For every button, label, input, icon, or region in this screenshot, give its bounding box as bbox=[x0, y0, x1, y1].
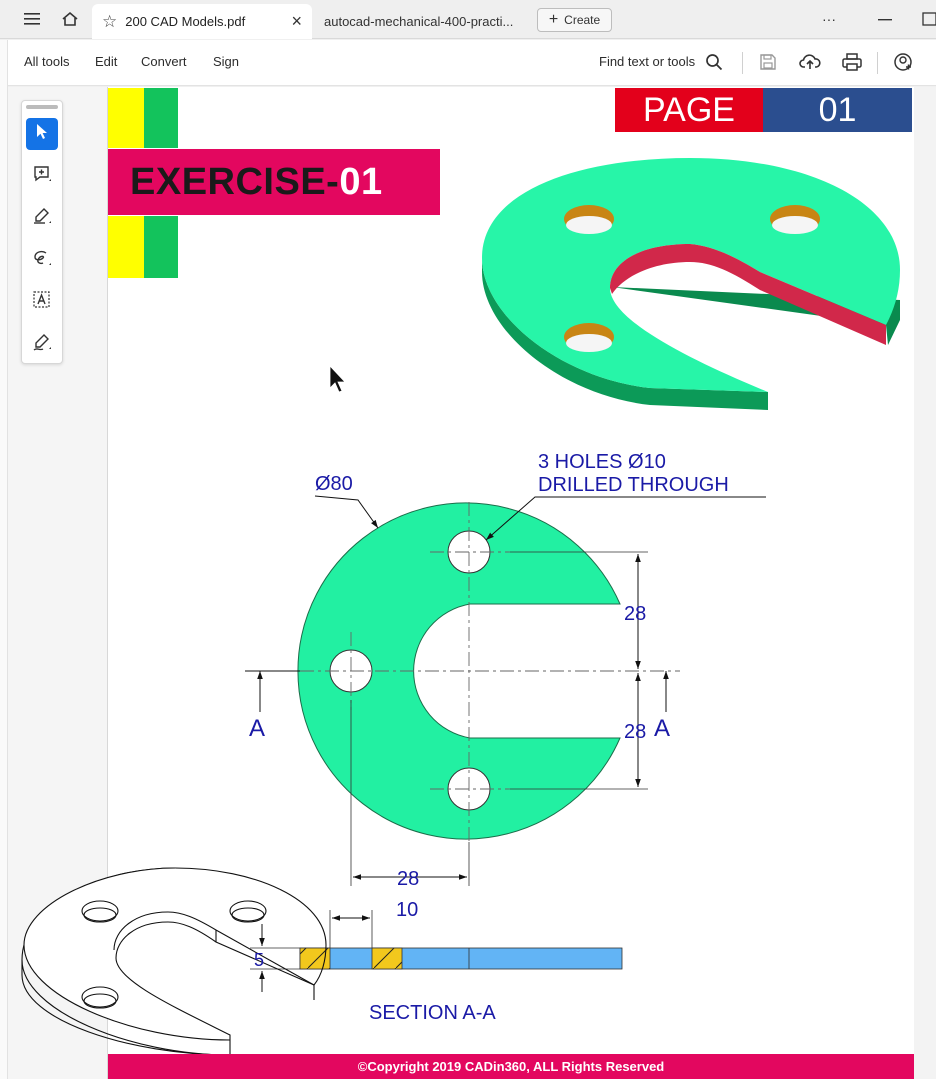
section-label-right: A bbox=[654, 715, 670, 742]
cad-drawing: Ø80 3 HOLES Ø10 DRILLED THROUGH 28 28 28… bbox=[21, 158, 900, 1056]
diameter-dimension: Ø80 bbox=[315, 473, 353, 495]
dimension-28-upper: 28 bbox=[624, 603, 646, 625]
holes-note-line1: 3 HOLES Ø10 bbox=[538, 451, 666, 473]
isometric-part-view bbox=[482, 158, 900, 410]
top-view bbox=[245, 495, 766, 886]
wireframe-iso-view bbox=[21, 867, 327, 1056]
section-view bbox=[250, 910, 623, 992]
copyright-footer: ©Copyright 2019 CADin360, ALL Rights Res… bbox=[108, 1054, 914, 1079]
section-label-left: A bbox=[249, 715, 265, 742]
mouse-cursor-icon bbox=[329, 364, 346, 393]
section-title: SECTION A-A bbox=[369, 1002, 496, 1024]
holes-note-line2: DRILLED THROUGH bbox=[538, 474, 729, 496]
dimension-10: 10 bbox=[396, 899, 418, 921]
dimension-28-lower: 28 bbox=[624, 721, 646, 743]
dimension-28-horizontal: 28 bbox=[397, 868, 419, 890]
dimension-5: 5 bbox=[254, 950, 264, 970]
